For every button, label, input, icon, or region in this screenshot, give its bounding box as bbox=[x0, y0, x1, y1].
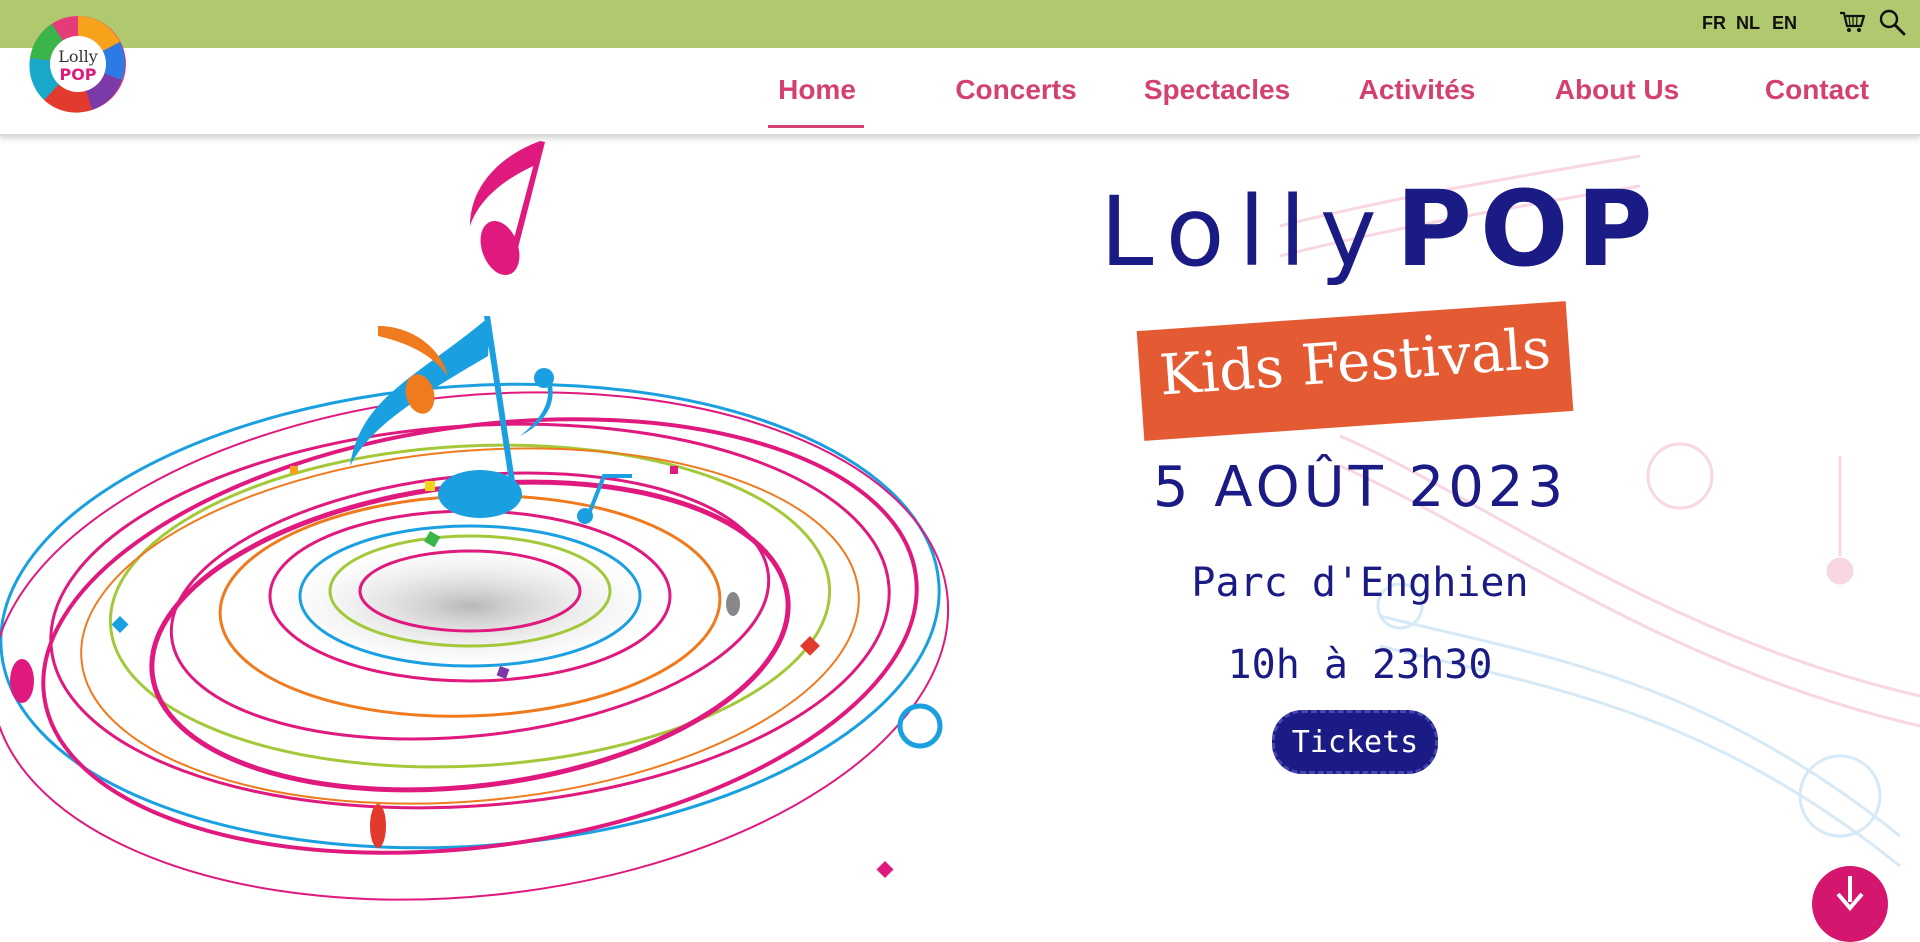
festival-date: 5 AOÛT 2023 bbox=[1152, 455, 1568, 520]
lang-nl[interactable]: NL bbox=[1736, 13, 1760, 34]
cart-icon[interactable] bbox=[1838, 8, 1866, 36]
title-lolly: Lolly bbox=[1100, 176, 1391, 288]
lang-fr[interactable]: FR bbox=[1702, 13, 1726, 34]
search-icon[interactable] bbox=[1878, 8, 1906, 36]
active-nav-underline bbox=[768, 125, 864, 128]
title-pop: POP bbox=[1395, 168, 1661, 290]
main-nav: Home Concerts Spectacles Activités About… bbox=[0, 48, 1920, 136]
festival-place: Parc d'Enghien bbox=[1191, 560, 1529, 606]
tickets-button[interactable]: Tickets bbox=[1272, 710, 1438, 774]
logo-lolly-text: Lolly bbox=[58, 47, 98, 66]
festival-title: Lolly POP bbox=[1100, 168, 1653, 290]
site-logo[interactable]: Lolly POP bbox=[22, 14, 134, 114]
top-bar: FR NL EN bbox=[0, 0, 1920, 48]
arrow-down-icon bbox=[1836, 876, 1864, 912]
music-swirl-illustration bbox=[0, 136, 960, 915]
festival-hours: 10h à 23h30 bbox=[1227, 642, 1493, 688]
lang-en[interactable]: EN bbox=[1772, 13, 1797, 34]
nav-contact[interactable]: Contact bbox=[1765, 74, 1869, 106]
nav-home[interactable]: Home bbox=[778, 74, 856, 106]
logo-pop-text: POP bbox=[59, 65, 96, 84]
nav-activites[interactable]: Activités bbox=[1359, 74, 1476, 106]
nav-concerts[interactable]: Concerts bbox=[955, 74, 1076, 106]
nav-spectacles[interactable]: Spectacles bbox=[1144, 74, 1290, 106]
nav-about-us[interactable]: About Us bbox=[1555, 74, 1679, 106]
scroll-down-button[interactable] bbox=[1812, 866, 1888, 942]
